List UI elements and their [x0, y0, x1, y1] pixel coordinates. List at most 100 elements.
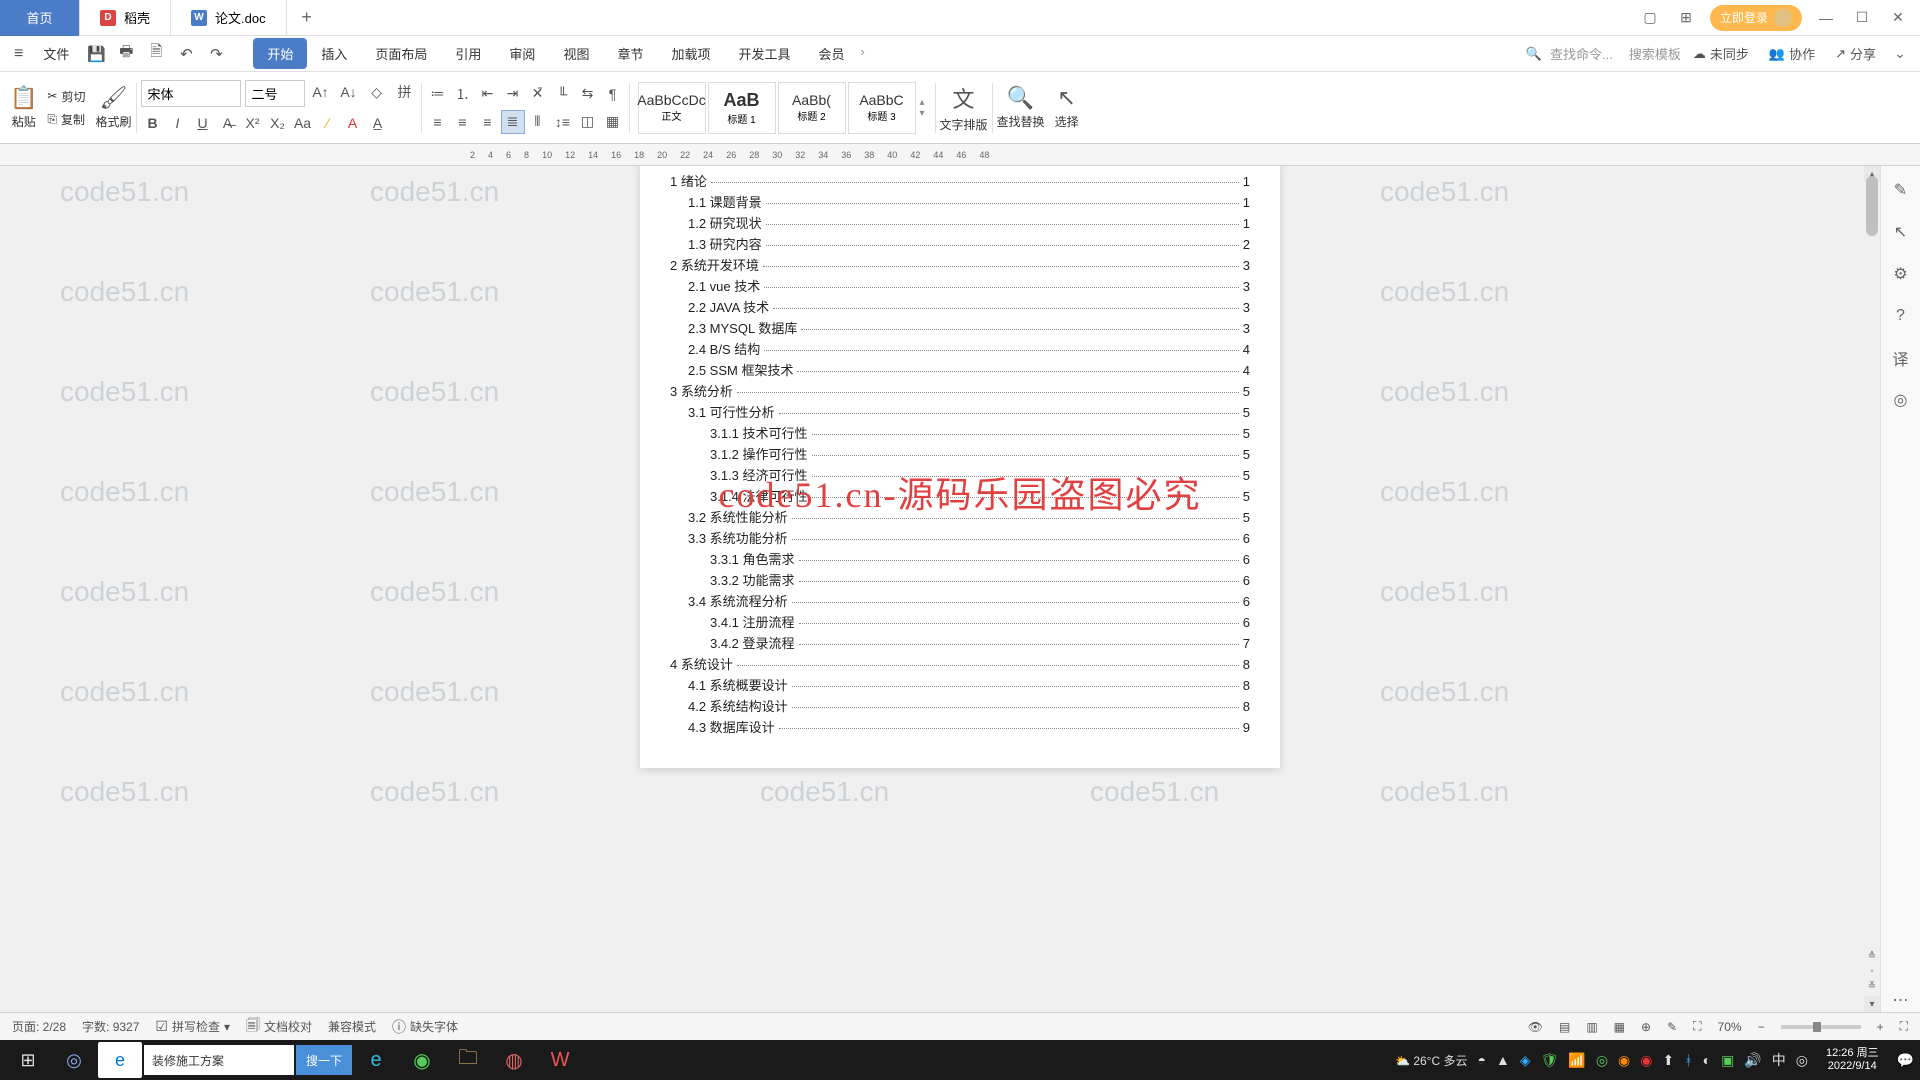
- ribbon-tab-chapter[interactable]: 章节: [603, 38, 657, 69]
- collaborate-button[interactable]: 👥协作: [1761, 44, 1823, 63]
- weather-widget[interactable]: ⛅ 26°C 多云: [1395, 1052, 1467, 1069]
- menu-icon[interactable]: ≡: [8, 45, 29, 63]
- bluetooth-icon[interactable]: ᚼ: [1684, 1052, 1692, 1068]
- subscript-button[interactable]: X₂: [266, 111, 290, 135]
- toc-entry[interactable]: 3.1.2 操作可行性5: [670, 444, 1250, 465]
- view-page-icon[interactable]: ▤: [1559, 1020, 1570, 1034]
- ribbon-tab-member[interactable]: 会员: [805, 38, 859, 69]
- word-count[interactable]: 字数: 9327: [82, 1018, 139, 1035]
- tray-ico-11[interactable]: ▣: [1721, 1052, 1734, 1069]
- command-search[interactable]: 🔍查找命令...: [1526, 44, 1613, 63]
- zoom-in-button[interactable]: +: [1877, 1020, 1884, 1034]
- ie-icon[interactable]: e: [354, 1042, 398, 1078]
- wps-icon[interactable]: W: [538, 1042, 582, 1078]
- align-right-button[interactable]: ≡: [476, 110, 500, 134]
- close-button[interactable]: ✕: [1886, 6, 1910, 30]
- ribbon-tab-addins[interactable]: 加载项: [657, 38, 724, 69]
- tab-add[interactable]: +: [287, 0, 327, 36]
- toc-entry[interactable]: 2.5 SSM 框架技术4: [670, 360, 1250, 381]
- toc-entry[interactable]: 3.4.1 注册流程6: [670, 612, 1250, 633]
- taskbar-search-button[interactable]: 搜一下: [296, 1045, 352, 1075]
- taskbar-search-input[interactable]: 装修施工方案: [144, 1045, 294, 1075]
- zoom-level[interactable]: 70%: [1718, 1020, 1742, 1034]
- layout1-icon[interactable]: ▢: [1638, 6, 1662, 30]
- proofread-button[interactable]: 🗐文档校对: [246, 1015, 312, 1039]
- toc-entry[interactable]: 2.2 JAVA 技术3: [670, 297, 1250, 318]
- fit-width-icon[interactable]: ⛶: [1693, 1019, 1701, 1034]
- style-normal[interactable]: AaBbCcDc正文: [638, 82, 706, 134]
- compat-mode[interactable]: 兼容模式: [328, 1018, 376, 1035]
- bullets-button[interactable]: ≔: [426, 82, 450, 106]
- login-button[interactable]: 立即登录: [1710, 5, 1802, 31]
- decrease-font-icon[interactable]: A↓: [337, 80, 361, 104]
- tray-ico-1[interactable]: ◓: [1477, 1052, 1485, 1068]
- toc-entry[interactable]: 3.2 系统性能分析5: [670, 507, 1250, 528]
- ie-search-icon[interactable]: e: [98, 1042, 142, 1078]
- eye-icon[interactable]: 👁: [1528, 1020, 1543, 1034]
- toc-entry[interactable]: 4.1 系统概要设计8: [670, 675, 1250, 696]
- underline-button[interactable]: U: [191, 111, 215, 135]
- decrease-indent-button[interactable]: ⇤: [476, 82, 500, 106]
- distribute-button[interactable]: ⫴: [526, 110, 550, 134]
- ribbon-tab-devtools[interactable]: 开发工具: [724, 38, 804, 69]
- tab-docer[interactable]: D稻壳: [80, 0, 171, 36]
- volume-icon[interactable]: 🔊: [1744, 1052, 1761, 1069]
- sort-button[interactable]: ✕̄: [526, 82, 550, 106]
- sync-status[interactable]: ☁未同步: [1685, 44, 1757, 63]
- maximize-button[interactable]: ☐: [1850, 6, 1874, 30]
- browser-icon[interactable]: ◉: [400, 1042, 444, 1078]
- toc-entry[interactable]: 3 系统分析5: [670, 381, 1250, 402]
- tab-button[interactable]: ⇆: [576, 82, 600, 106]
- tray-ico-5[interactable]: 📶: [1568, 1052, 1585, 1069]
- share-button[interactable]: ↗分享: [1827, 44, 1884, 63]
- save-icon[interactable]: 💾: [83, 41, 109, 67]
- toc-entry[interactable]: 2.4 B/S 结构4: [670, 339, 1250, 360]
- toc-entry[interactable]: 3.4 系统流程分析6: [670, 591, 1250, 612]
- ribbon-tab-layout[interactable]: 页面布局: [361, 38, 441, 69]
- clear-format-icon[interactable]: ◇: [365, 80, 389, 104]
- increase-font-icon[interactable]: A↑: [309, 80, 333, 104]
- view-web-icon[interactable]: ▦: [1614, 1020, 1625, 1034]
- print-icon[interactable]: 🖶: [113, 41, 139, 67]
- toc-entry[interactable]: 3.4.2 登录流程7: [670, 633, 1250, 654]
- explorer-icon[interactable]: 🗀: [446, 1042, 490, 1078]
- collapse-ribbon-icon[interactable]: ⌄: [1888, 42, 1912, 66]
- toc-entry[interactable]: 2.1 vue 技术3: [670, 276, 1250, 297]
- settings-slider-icon[interactable]: ⚙: [1889, 262, 1913, 286]
- file-menu[interactable]: 文件: [33, 44, 79, 63]
- missing-font-button[interactable]: ⓘ缺失字体: [392, 1017, 458, 1037]
- zoom-out-button[interactable]: −: [1758, 1020, 1765, 1034]
- toc-entry[interactable]: 1.1 课题背景1: [670, 192, 1250, 213]
- notifications-icon[interactable]: 💬: [1897, 1052, 1914, 1069]
- italic-button[interactable]: I: [166, 111, 190, 135]
- cortana-icon[interactable]: ◎: [52, 1042, 96, 1078]
- tray-ico-3[interactable]: ◈: [1520, 1052, 1531, 1069]
- minimize-button[interactable]: —: [1814, 6, 1838, 30]
- tab-home[interactable]: 首页: [0, 0, 80, 36]
- paste-button[interactable]: 📋粘贴: [10, 85, 37, 130]
- style-heading2[interactable]: AaBb(标题 2: [778, 82, 846, 134]
- phonetic-icon[interactable]: 拼: [393, 80, 417, 104]
- cut-button[interactable]: ✂剪切: [43, 86, 89, 107]
- style-scroll-down-icon[interactable]: ▾: [920, 108, 925, 119]
- view-outline-icon[interactable]: ▥: [1586, 1020, 1597, 1034]
- more-icon[interactable]: ⋯: [1889, 988, 1913, 1012]
- toc-entry[interactable]: 4.3 数据库设计9: [670, 717, 1250, 738]
- toc-entry[interactable]: 2.3 MYSQL 数据库3: [670, 318, 1250, 339]
- ribbon-tab-review[interactable]: 审阅: [495, 38, 549, 69]
- tray-ico-8[interactable]: ◉: [1640, 1052, 1652, 1069]
- toc-entry[interactable]: 3.1 可行性分析5: [670, 402, 1250, 423]
- toc-entry[interactable]: 4.2 系统结构设计8: [670, 696, 1250, 717]
- tray-ico-7[interactable]: ◉: [1618, 1052, 1630, 1069]
- view-focus-icon[interactable]: ✎: [1667, 1020, 1677, 1034]
- align-left-button[interactable]: ≡: [426, 110, 450, 134]
- page-indicator[interactable]: 页面: 2/28: [12, 1018, 66, 1035]
- clock[interactable]: 12:26 周三 2022/9/14: [1818, 1047, 1887, 1073]
- view-read-icon[interactable]: ⊕: [1641, 1020, 1651, 1034]
- translate-icon[interactable]: 译: [1889, 346, 1913, 370]
- help-icon[interactable]: ?: [1889, 304, 1913, 328]
- scroll-thumb[interactable]: [1866, 176, 1878, 236]
- select-button[interactable]: ↖选择: [1055, 85, 1079, 130]
- tray-ico-4[interactable]: 🛡: [1541, 1052, 1559, 1069]
- ruler[interactable]: 2468101214161820222426283032343638404244…: [0, 144, 1920, 166]
